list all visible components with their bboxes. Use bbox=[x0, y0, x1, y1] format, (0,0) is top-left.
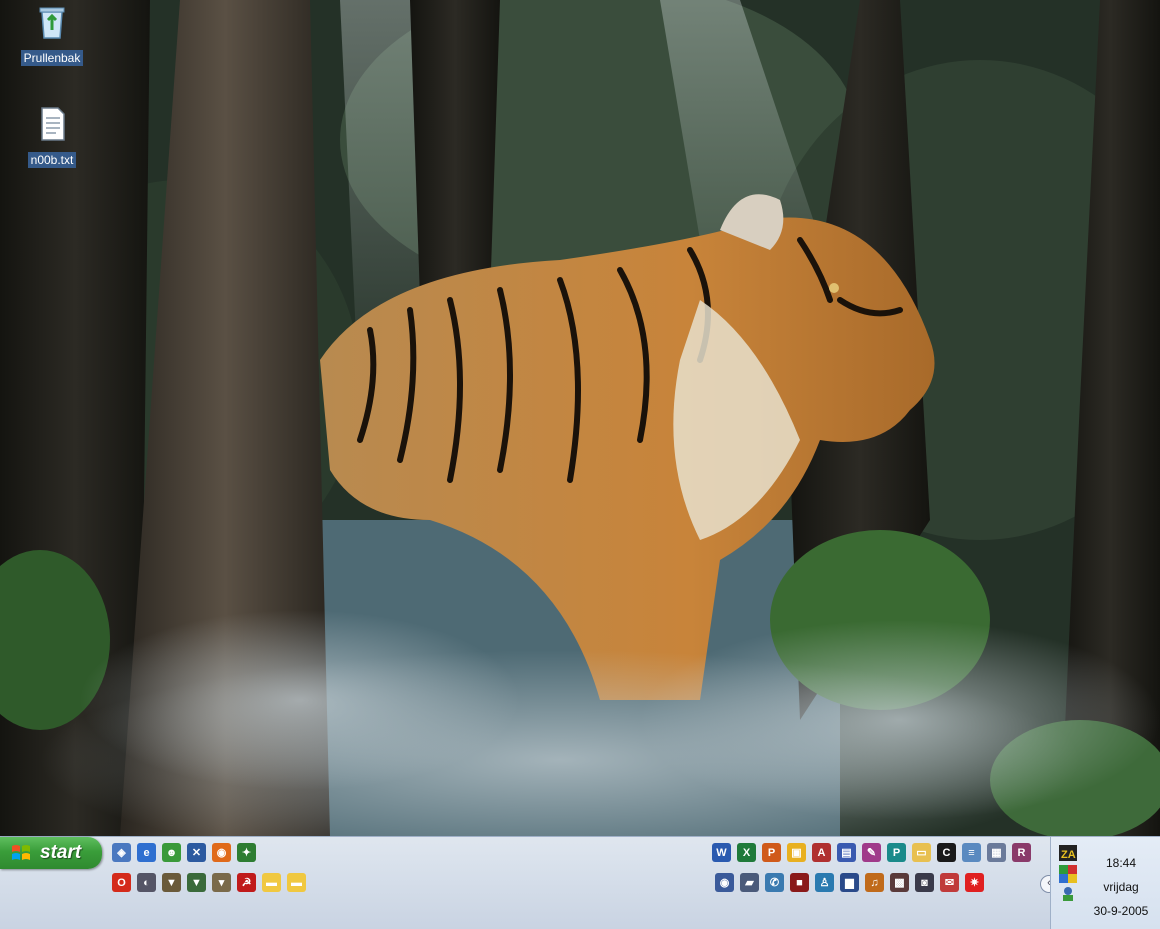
truck-icon[interactable]: ▰ bbox=[740, 873, 759, 892]
player-icon[interactable]: ◉ bbox=[715, 873, 734, 892]
headphones-icon[interactable]: ♫ bbox=[865, 873, 884, 892]
desktop-icon-recycle-bin[interactable]: Prullenbak bbox=[15, 2, 89, 67]
paint-icon[interactable]: ✎ bbox=[862, 843, 881, 862]
access-icon[interactable]: A bbox=[812, 843, 831, 862]
app-blue-icon[interactable]: ▤ bbox=[837, 843, 856, 862]
network-users-icon[interactable] bbox=[1063, 887, 1073, 901]
tray-icons: ZA bbox=[1059, 845, 1077, 901]
game-wings-icon[interactable]: ▼ bbox=[162, 873, 181, 892]
monitor-icon[interactable]: ▆ bbox=[840, 873, 859, 892]
messenger-icon[interactable]: ☻ bbox=[162, 843, 181, 862]
game-emblem-icon[interactable]: ▼ bbox=[187, 873, 206, 892]
film-icon[interactable]: ▩ bbox=[890, 873, 909, 892]
desktop-icon-label: n00b.txt bbox=[27, 152, 77, 168]
calculator-icon[interactable]: ▦ bbox=[987, 843, 1006, 862]
svg-text:ZA: ZA bbox=[1061, 849, 1076, 861]
opera-icon[interactable]: O bbox=[112, 873, 131, 892]
folder-open-icon[interactable]: ▭ bbox=[912, 843, 931, 862]
command-prompt-icon[interactable]: C bbox=[937, 843, 956, 862]
desktop-wallpaper: Prullenbak n00b.txt bbox=[0, 0, 1160, 836]
mail-icon[interactable]: ✉ bbox=[940, 873, 959, 892]
winrar-icon[interactable]: R bbox=[1012, 843, 1031, 862]
zonealarm-icon[interactable]: ZA bbox=[1059, 845, 1077, 861]
quick-launch-row-1: ◈ e ☻ ✕ ◉ ✦ bbox=[112, 843, 256, 862]
firefox-icon[interactable]: ◉ bbox=[212, 843, 231, 862]
tool-icon[interactable]: ✕ bbox=[187, 843, 206, 862]
camera-icon[interactable]: ◙ bbox=[915, 873, 934, 892]
forest-tiger-wallpaper bbox=[0, 0, 1160, 836]
powerpoint-icon[interactable]: P bbox=[762, 843, 781, 862]
tray-app-icon[interactable] bbox=[1059, 865, 1077, 883]
clock-time: 18:44 bbox=[1105, 856, 1137, 870]
publisher-icon[interactable]: P bbox=[887, 843, 906, 862]
desktop-icon-n00b-txt[interactable]: n00b.txt bbox=[15, 104, 89, 169]
text-file-icon bbox=[41, 107, 65, 141]
clock-day: vrijdag bbox=[1103, 880, 1139, 894]
game-wings2-icon[interactable]: ▾ bbox=[212, 873, 231, 892]
clock-date: 30-9-2005 bbox=[1093, 904, 1149, 918]
recycle-bin-icon bbox=[39, 7, 65, 39]
word-icon[interactable]: W bbox=[712, 843, 731, 862]
chat-icon[interactable]: ✆ bbox=[765, 873, 784, 892]
network-icon[interactable]: ◈ bbox=[112, 843, 131, 862]
excel-icon[interactable]: X bbox=[737, 843, 756, 862]
hammer-sickle-icon[interactable]: ☭ bbox=[237, 873, 256, 892]
clock[interactable]: 18:44 vrijdag 30-9-2005 bbox=[1086, 851, 1156, 923]
quick-launch-row-2: O ◐ ▼ ▼ ▾ ☭ ▬ ▬ bbox=[112, 873, 306, 892]
media-icon[interactable]: ◐ bbox=[137, 873, 156, 892]
start-label: start bbox=[40, 842, 82, 863]
red-black-icon[interactable]: ■ bbox=[790, 873, 809, 892]
app-icons-row-2: ◉ ▰ ✆ ■ ♙ ▆ ♫ ▩ ◙ ✉ ✷ bbox=[715, 873, 984, 892]
windows-logo-icon bbox=[12, 845, 30, 860]
game-icon[interactable]: ✦ bbox=[237, 843, 256, 862]
internet-explorer-icon[interactable]: e bbox=[137, 843, 156, 862]
figure-icon[interactable]: ♙ bbox=[815, 873, 834, 892]
start-button[interactable]: start bbox=[0, 837, 102, 869]
folder-icon[interactable]: ▬ bbox=[262, 873, 281, 892]
taskbar: start ◈ e ☻ ✕ ◉ ✦ O ◐ ▼ ▼ ▾ ☭ ▬ ▬ W X P ▣ A ▤ ✎ P ▭ C ≡ ▦ R ◉ ▰ ✆ ■… bbox=[0, 836, 1160, 929]
desktop-icon-label: Prullenbak bbox=[20, 50, 84, 66]
app-yellow-icon[interactable]: ▣ bbox=[787, 843, 806, 862]
star-burst-icon[interactable]: ✷ bbox=[965, 873, 984, 892]
app-icons-row-1: W X P ▣ A ▤ ✎ P ▭ C ≡ ▦ R bbox=[712, 843, 1031, 862]
notepad-icon[interactable]: ≡ bbox=[962, 843, 981, 862]
folder2-icon[interactable]: ▬ bbox=[287, 873, 306, 892]
